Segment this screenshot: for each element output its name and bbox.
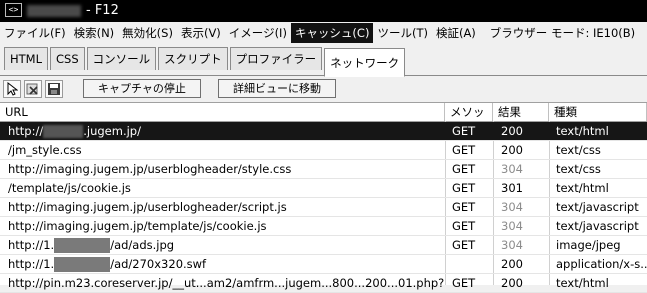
menu-item-1[interactable]: 検索(N) — [70, 23, 119, 43]
url-cell: http://pin.m23.coreserver.jp/__ut...am2/… — [8, 276, 445, 290]
tab-3[interactable]: スクリプト — [158, 47, 228, 70]
url-suffix: /ad/270x320.swf — [110, 257, 207, 271]
result-cell: 304 — [501, 200, 523, 214]
select-pointer-icon[interactable] — [3, 79, 21, 98]
type-cell: text/html — [556, 276, 609, 290]
url-prefix: http:// — [8, 124, 44, 138]
redacted-page-title — [27, 5, 81, 17]
url-cell: http://1. /ad/270x320.swf — [0, 255, 445, 273]
menu-item-4[interactable]: イメージ(I) — [225, 23, 291, 43]
network-requests-grid: URL メソッド 結果 種類 http:// .jugem.jp/GET 200 te… — [0, 102, 647, 293]
grid-header: URL メソッド 結果 種類 — [0, 103, 647, 137]
url-cell: http:// .jugem.jp/ — [0, 122, 445, 140]
method-cell: GET — [452, 219, 476, 233]
result-cell: 304 — [501, 219, 523, 233]
table-row[interactable]: /jm_style.css GET 200 text/css — [0, 141, 647, 160]
url-cell: /template/js/cookie.js — [8, 181, 131, 195]
tab-4[interactable]: プロファイラー — [229, 47, 323, 70]
tab-5[interactable]: ネットワーク — [324, 48, 406, 77]
menu-item-7[interactable]: 検証(A) — [432, 23, 480, 43]
tab-2[interactable]: コンソール — [86, 47, 157, 70]
type-cell: text/javascript — [556, 200, 639, 214]
type-cell: text/javascript — [556, 219, 639, 233]
type-cell: text/html — [556, 124, 609, 138]
clear-icon[interactable] — [24, 79, 42, 98]
save-icon[interactable] — [45, 79, 63, 98]
table-row[interactable]: /template/js/cookie.js GET 301 text/html — [0, 179, 647, 198]
method-cell: GET — [452, 162, 476, 176]
type-cell: image/jpeg — [556, 238, 621, 252]
result-cell: 200 — [501, 124, 523, 138]
url-cell: http://imaging.jugem.jp/userblogheader/s… — [8, 200, 287, 214]
type-cell: text/css — [556, 143, 601, 157]
redacted-host — [43, 125, 84, 138]
result-cell: 304 — [501, 162, 523, 176]
column-header-result[interactable]: 結果 — [493, 103, 549, 121]
column-header-url[interactable]: URL — [0, 103, 445, 121]
table-row[interactable]: http://1. /ad/270x320.swf 200 application/x… — [0, 255, 647, 274]
method-cell: GET — [452, 238, 476, 252]
menu-item-3[interactable]: 表示(V) — [177, 23, 225, 43]
url-cell: http://1. /ad/ads.jpg — [0, 236, 445, 254]
title-bar: <> - F12 — [0, 0, 647, 22]
column-header-type[interactable]: 種類 — [549, 103, 647, 121]
menu-item-5[interactable]: キャッシュ(C) — [290, 23, 374, 43]
menu-item-6[interactable]: ツール(T) — [373, 23, 432, 43]
table-row[interactable]: http://imaging.jugem.jp/userblogheader/s… — [0, 160, 647, 179]
url-prefix: http://1. — [8, 238, 55, 252]
method-cell — [445, 255, 493, 273]
url-suffix: /ad/ads.jpg — [110, 238, 175, 252]
devtools-tab-bar: HTML CSS コンソール スクリプト プロファイラー ネットワーク — [0, 44, 647, 77]
network-toolbar: キャプチャの停止 詳細ビューに移動 — [0, 76, 647, 101]
column-header-method[interactable]: メソッド — [445, 103, 493, 137]
method-cell: GET — [452, 143, 476, 157]
type-cell: text/css — [556, 162, 601, 176]
table-row[interactable]: http://1. /ad/ads.jpg GET 304 image/jpeg — [0, 236, 647, 255]
url-cell: http://imaging.jugem.jp/template/js/cook… — [8, 219, 267, 233]
table-row[interactable]: http://imaging.jugem.jp/template/js/cook… — [0, 217, 647, 236]
method-cell: GET — [452, 181, 476, 195]
tab-0[interactable]: HTML — [4, 47, 49, 70]
devtools-app-icon[interactable]: <> — [5, 3, 22, 17]
go-to-detail-view-button[interactable]: 詳細ビューに移動 — [218, 79, 336, 98]
menu-item-2[interactable]: 無効化(S) — [118, 23, 177, 43]
result-cell: 200 — [501, 143, 523, 157]
url-cell: /jm_style.css — [8, 143, 82, 157]
result-cell: 200 — [501, 276, 523, 290]
type-cell: text/html — [556, 181, 609, 195]
redacted-host — [54, 238, 111, 253]
stop-capture-button[interactable]: キャプチャの停止 — [83, 79, 201, 98]
menu-bar: ファイル(F) 検索(N) 無効化(S) 表示(V) イメージ(I) キャッシュ(C) ツー… — [0, 22, 647, 44]
result-cell: 200 — [501, 257, 523, 271]
table-row[interactable]: http://imaging.jugem.jp/userblogheader/s… — [0, 198, 647, 217]
menu-item-0[interactable]: ファイル(F) — [0, 23, 70, 43]
method-cell: GET — [452, 200, 476, 214]
method-cell: GET — [452, 124, 476, 138]
type-cell: application/x-s... — [556, 257, 647, 271]
result-cell: 301 — [501, 181, 523, 195]
method-cell: GET — [452, 276, 476, 290]
url-prefix: http://1. — [8, 257, 55, 271]
window-title: - F12 — [86, 3, 119, 18]
tab-1[interactable]: CSS — [50, 47, 85, 70]
url-cell: http://imaging.jugem.jp/userblogheader/s… — [8, 162, 292, 176]
url-suffix: .jugem.jp/ — [83, 124, 141, 138]
redacted-host — [54, 257, 111, 272]
table-row[interactable]: http:// .jugem.jp/GET 200 text/html — [0, 122, 647, 141]
browser-mode-menu[interactable]: ブラウザー モード: IE10(B) — [486, 23, 639, 43]
result-cell: 304 — [501, 238, 523, 252]
